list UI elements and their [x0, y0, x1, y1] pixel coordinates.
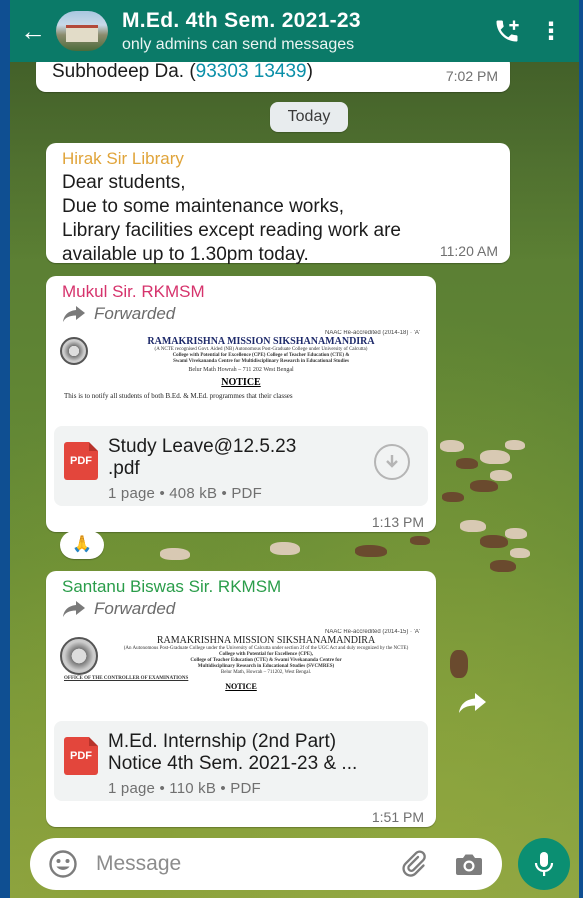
- document-preview[interactable]: NAAC Re-accredited (2014-15) · 'A' RAMAK…: [54, 629, 428, 721]
- message-text: Subhodeep Da. (93303 13439): [52, 61, 313, 82]
- mic-button[interactable]: [518, 838, 570, 890]
- screen: ← M.Ed. 4th Sem. 2021-23 only admins can…: [0, 0, 583, 898]
- file-name-ext: .pdf: [108, 458, 140, 479]
- file-name: M.Ed. Internship (2nd Part): [108, 731, 337, 752]
- message-bubble[interactable]: Hirak Sir Library Dear students, Due to …: [46, 143, 510, 265]
- message-time: 1:13 PM: [371, 514, 424, 530]
- mic-icon: [534, 852, 554, 876]
- sender-name[interactable]: Santanu Biswas Sir. RKMSM: [62, 577, 281, 597]
- seal-icon: [60, 336, 88, 365]
- download-icon[interactable]: [374, 444, 410, 480]
- sender-name[interactable]: Mukul Sir. RKMSM: [62, 282, 205, 302]
- file-attachment[interactable]: PDF Study Leave@12.5.23 .pdf 1 page • 40…: [54, 426, 428, 506]
- reaction-badge[interactable]: 🙏: [60, 531, 104, 559]
- group-info[interactable]: M.Ed. 4th Sem. 2021-23 only admins can s…: [122, 9, 485, 54]
- message-bubble[interactable]: Mukul Sir. RKMSM Forwarded NAAC Re-accre…: [46, 276, 436, 532]
- message-text: Dear students, Due to some maintenance w…: [62, 172, 401, 265]
- forward-icon: [63, 306, 85, 322]
- add-call-icon[interactable]: [485, 17, 529, 45]
- camera-icon[interactable]: [454, 850, 484, 878]
- group-avatar[interactable]: [56, 11, 108, 51]
- attach-icon[interactable]: [400, 850, 428, 878]
- document-preview[interactable]: NAAC Re-accredited (2014-18) · 'A' RAMAK…: [54, 330, 428, 426]
- message-input[interactable]: Message: [96, 852, 400, 876]
- file-meta: 1 page • 110 kB • PDF: [108, 780, 261, 797]
- phone-link[interactable]: 93303 13439: [196, 61, 307, 82]
- menu-icon[interactable]: ⋮: [529, 17, 573, 46]
- forwarded-label: Forwarded: [62, 304, 175, 324]
- file-attachment[interactable]: PDF M.Ed. Internship (2nd Part) Notice 4…: [54, 721, 428, 801]
- chat-header: ← M.Ed. 4th Sem. 2021-23 only admins can…: [10, 0, 579, 62]
- back-arrow-icon[interactable]: ←: [20, 18, 54, 44]
- emoji-icon[interactable]: [48, 849, 78, 879]
- group-subtitle: only admins can send messages: [122, 35, 355, 53]
- pdf-icon: PDF: [64, 737, 98, 775]
- message-time: 7:02 PM: [445, 68, 498, 84]
- message-input-bar[interactable]: Message: [30, 838, 502, 890]
- message-time: 1:51 PM: [371, 809, 424, 825]
- share-icon[interactable]: [458, 690, 488, 716]
- file-name: Study Leave@12.5.23: [108, 436, 297, 457]
- forward-icon: [63, 601, 85, 617]
- group-title: M.Ed. 4th Sem. 2021-23: [122, 8, 361, 32]
- forwarded-label: Forwarded: [62, 599, 175, 619]
- seal-icon: [60, 636, 98, 675]
- message-bubble[interactable]: Santanu Biswas Sir. RKMSM Forwarded NAAC…: [46, 571, 436, 827]
- sender-name[interactable]: Hirak Sir Library: [62, 149, 184, 169]
- file-meta: 1 page • 408 kB • PDF: [108, 485, 262, 502]
- pdf-icon: PDF: [64, 442, 98, 480]
- message-time: 11:20 AM: [439, 243, 498, 259]
- file-name-line2: Notice 4th Sem. 2021-23 & ...: [108, 753, 358, 774]
- date-chip: Today: [270, 102, 348, 132]
